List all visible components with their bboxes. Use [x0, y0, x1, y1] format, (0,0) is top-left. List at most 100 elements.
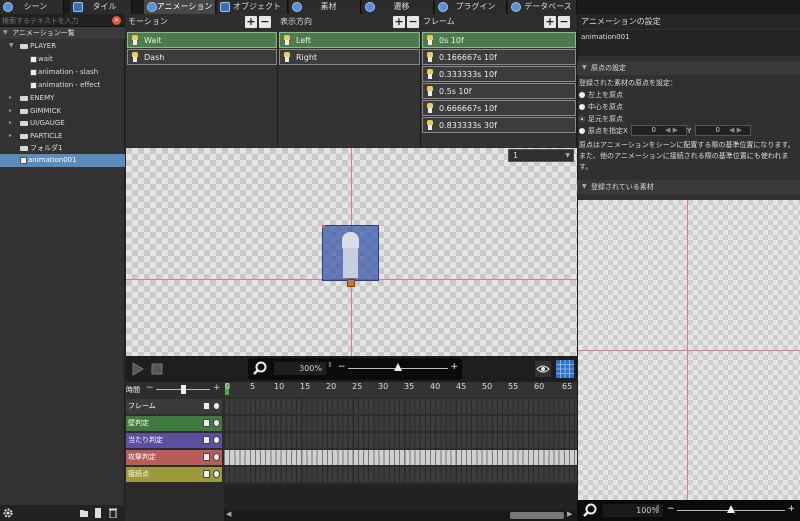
add-direction-button[interactable]: +: [393, 16, 405, 28]
gear-icon[interactable]: [3, 508, 13, 518]
sprite-body: [343, 248, 358, 278]
lock-icon[interactable]: [203, 402, 210, 410]
tab-material[interactable]: 素材: [289, 0, 361, 14]
eye-icon[interactable]: [213, 436, 220, 444]
eye-icon[interactable]: [213, 470, 220, 478]
tree-item-wait[interactable]: wait: [0, 53, 125, 66]
material-icon: [292, 2, 302, 12]
frame-item[interactable]: 0.5s 10f: [422, 83, 576, 99]
canvas-zoom-value[interactable]: 300%: [274, 362, 326, 375]
remove-frame-button[interactable]: −: [558, 16, 570, 28]
motion-item-dash[interactable]: Dash: [127, 49, 277, 65]
add-motion-button[interactable]: +: [245, 16, 257, 28]
add-folder-icon[interactable]: +: [80, 508, 90, 518]
frame-item[interactable]: 0s 10f: [422, 32, 576, 48]
motion-item-wait[interactable]: Wait: [127, 32, 277, 48]
track-wall[interactable]: [224, 416, 577, 431]
stop-icon[interactable]: [151, 363, 163, 375]
preview-zoom-slider[interactable]: − +: [667, 500, 797, 521]
eye-toggle-icon[interactable]: [535, 361, 551, 377]
scroll-right-icon[interactable]: ▶: [567, 510, 572, 518]
lock-icon[interactable]: [203, 419, 210, 427]
add-frame-button[interactable]: +: [544, 16, 556, 28]
new-file-icon[interactable]: [93, 508, 103, 518]
zoom-stepper-icon[interactable]: ⇕: [655, 504, 661, 512]
canvas-zoom-slider[interactable]: − +: [338, 358, 460, 380]
plus-icon[interactable]: +: [213, 383, 221, 393]
track-connect[interactable]: [224, 467, 577, 482]
tree-folder-gimmick[interactable]: ▸ GIMMICK: [0, 105, 125, 118]
scroll-left-icon[interactable]: ◀: [226, 510, 231, 518]
tab-database[interactable]: データベース: [508, 0, 577, 14]
origin-center-radio[interactable]: 中心を原点: [579, 101, 719, 113]
tab-animation[interactable]: アニメーション: [144, 0, 216, 14]
stepper-arrows-icon[interactable]: ◀ ▶: [665, 126, 678, 134]
track-hit[interactable]: [224, 433, 577, 448]
tab-scene[interactable]: シーン: [0, 0, 64, 14]
tree-item-animation-effect[interactable]: animation - effect: [0, 79, 125, 92]
character-sprite-icon: [426, 35, 434, 46]
animation-name-field[interactable]: animation001: [578, 30, 800, 56]
frame-item[interactable]: 0.666667s 10f: [422, 100, 576, 116]
material-preview-canvas[interactable]: [578, 200, 800, 500]
frame-item[interactable]: 0.333333s 10f: [422, 66, 576, 82]
stepper-arrows-icon[interactable]: ◀ ▶: [729, 126, 742, 134]
character-sprite[interactable]: [322, 225, 379, 281]
tree-folder-folder1[interactable]: フォルダ1: [0, 142, 125, 155]
eye-icon[interactable]: [213, 453, 220, 461]
lock-icon[interactable]: [203, 436, 210, 444]
tab-plugin[interactable]: プラグイン: [435, 0, 507, 14]
trash-icon[interactable]: [108, 508, 118, 518]
origin-marker[interactable]: [347, 279, 355, 287]
scrollbar-thumb[interactable]: [510, 512, 564, 519]
direction-item-left[interactable]: Left: [279, 32, 420, 48]
origin-y-field[interactable]: 0: [695, 125, 751, 136]
origin-section-header[interactable]: ▼ 原点の設定: [577, 61, 800, 75]
origin-x-field[interactable]: 0: [631, 125, 687, 136]
canvas-zoom-bar: 300% ⇕ − +: [248, 358, 462, 380]
tree-item-animation001[interactable]: animation001: [0, 154, 125, 167]
timeline-horizontal-scrollbar[interactable]: ◀ ▶: [224, 510, 577, 521]
slider-thumb[interactable]: [394, 363, 402, 371]
frame-select-dropdown[interactable]: 1 ▼: [508, 149, 574, 162]
frame-item[interactable]: 0.166667s 10f: [422, 49, 576, 65]
search-input[interactable]: [2, 15, 110, 26]
tree-folder-player[interactable]: ▼ PLAYER: [0, 40, 125, 53]
time-scale-thumb[interactable]: [181, 385, 186, 394]
direction-item-right[interactable]: Right: [279, 49, 420, 65]
lock-icon[interactable]: [203, 453, 210, 461]
remove-motion-button[interactable]: −: [259, 16, 271, 28]
tree-item-animation-slash[interactable]: animation - slash: [0, 66, 125, 79]
expand-arrow-icon: ▸: [9, 119, 13, 126]
clear-search-icon[interactable]: ×: [112, 16, 121, 25]
tab-transition[interactable]: 遷移: [362, 0, 434, 14]
zoom-stepper-icon[interactable]: ⇕: [327, 361, 333, 369]
play-icon[interactable]: [132, 362, 144, 376]
tab-tile[interactable]: タイル: [70, 0, 132, 14]
minus-icon[interactable]: −: [146, 383, 154, 393]
tab-object[interactable]: オブジェクト: [217, 0, 288, 14]
tree-folder-ui-gauge[interactable]: ▸ UI/GAUGE: [0, 117, 125, 130]
eye-icon[interactable]: [213, 402, 220, 410]
origin-top-left-radio[interactable]: 左上を原点: [579, 89, 719, 101]
frame-item[interactable]: 0.833333s 30f: [422, 117, 576, 133]
timeline-ruler[interactable]: 0 5 10 15 20 25 30 35 40 45 50 55 60 65: [224, 382, 577, 397]
track-attack[interactable]: [224, 450, 577, 465]
tile-icon: [73, 2, 83, 12]
remove-direction-button[interactable]: −: [407, 16, 419, 28]
origin-foot-radio[interactable]: 足元を原点: [579, 113, 719, 125]
tree-folder-particle[interactable]: ▸ PARTICLE: [0, 130, 125, 143]
grid-toggle-icon[interactable]: [556, 360, 574, 378]
origin-custom-radio[interactable]: 原点を指定: [579, 125, 629, 137]
tree-folder-enemy[interactable]: ▸ ENEMY: [0, 92, 125, 105]
lock-icon[interactable]: [203, 470, 210, 478]
preview-zoom-value[interactable]: 100%: [603, 504, 663, 517]
registered-material-header[interactable]: ▼ 登録されている素材: [577, 180, 800, 194]
animation-list-header[interactable]: ▼ アニメーション一覧: [0, 27, 125, 39]
slider-thumb[interactable]: [727, 505, 735, 513]
eye-icon[interactable]: [213, 419, 220, 427]
animation-canvas[interactable]: [126, 148, 577, 356]
collapse-triangle-icon: ▼: [582, 64, 587, 71]
animation-file-icon: [30, 69, 37, 76]
track-frame[interactable]: [224, 399, 577, 414]
